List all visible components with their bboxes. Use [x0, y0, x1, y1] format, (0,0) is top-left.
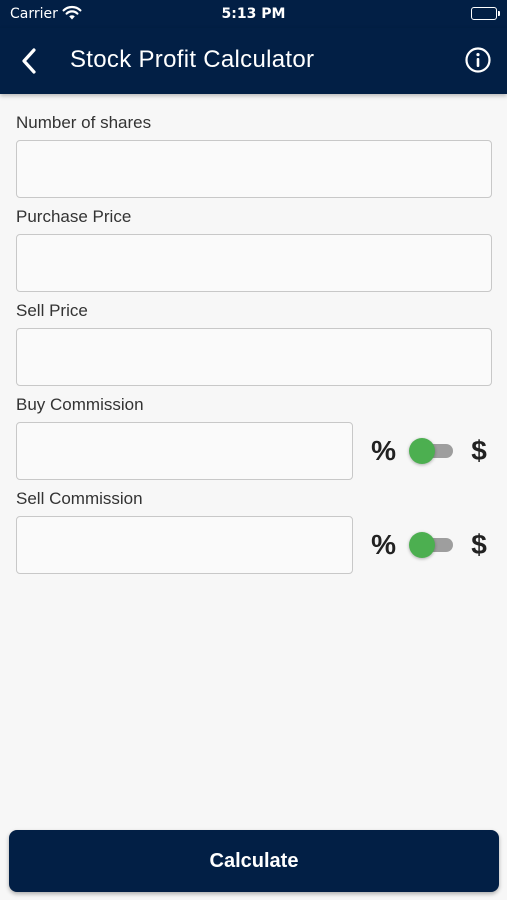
toggle-knob	[408, 438, 435, 464]
buy-commission-input[interactable]	[16, 422, 353, 480]
buy-commission-toggle[interactable]	[408, 437, 453, 465]
sell-commission-label: Sell Commission	[16, 489, 143, 508]
sell-price-label: Sell Price	[16, 301, 88, 320]
purchase-price-input[interactable]	[16, 234, 492, 292]
info-icon	[465, 47, 491, 73]
buy-commission-label: Buy Commission	[16, 395, 144, 414]
info-button[interactable]	[464, 46, 492, 74]
shares-label: Number of shares	[16, 113, 152, 132]
page-title: Stock Profit Calculator	[70, 46, 315, 73]
buy-percent-label: %	[371, 435, 397, 466]
toggle-knob	[408, 532, 435, 558]
sell-commission-input[interactable]	[16, 516, 353, 574]
buy-commission-row: % $	[16, 422, 492, 480]
purchase-price-label: Purchase Price	[16, 207, 132, 226]
calculate-button[interactable]: Calculate	[9, 830, 499, 892]
shares-input[interactable]	[16, 140, 492, 198]
back-button[interactable]	[12, 44, 46, 78]
sell-percent-label: %	[371, 529, 397, 560]
chevron-left-icon	[22, 48, 36, 74]
navigation-bar: Stock Profit Calculator	[0, 28, 507, 94]
status-bar: Carrier 5:13 PM	[0, 0, 507, 28]
buy-dollar-label: $	[471, 435, 487, 466]
calculator-form: Number of shares Purchase Price Sell Pri…	[16, 112, 492, 582]
battery-icon	[471, 7, 500, 20]
sell-dollar-label: $	[471, 529, 487, 560]
sell-commission-row: % $	[16, 516, 492, 574]
sell-price-input[interactable]	[16, 328, 492, 386]
sell-commission-toggle[interactable]	[408, 531, 453, 559]
status-time: 5:13 PM	[221, 6, 286, 22]
